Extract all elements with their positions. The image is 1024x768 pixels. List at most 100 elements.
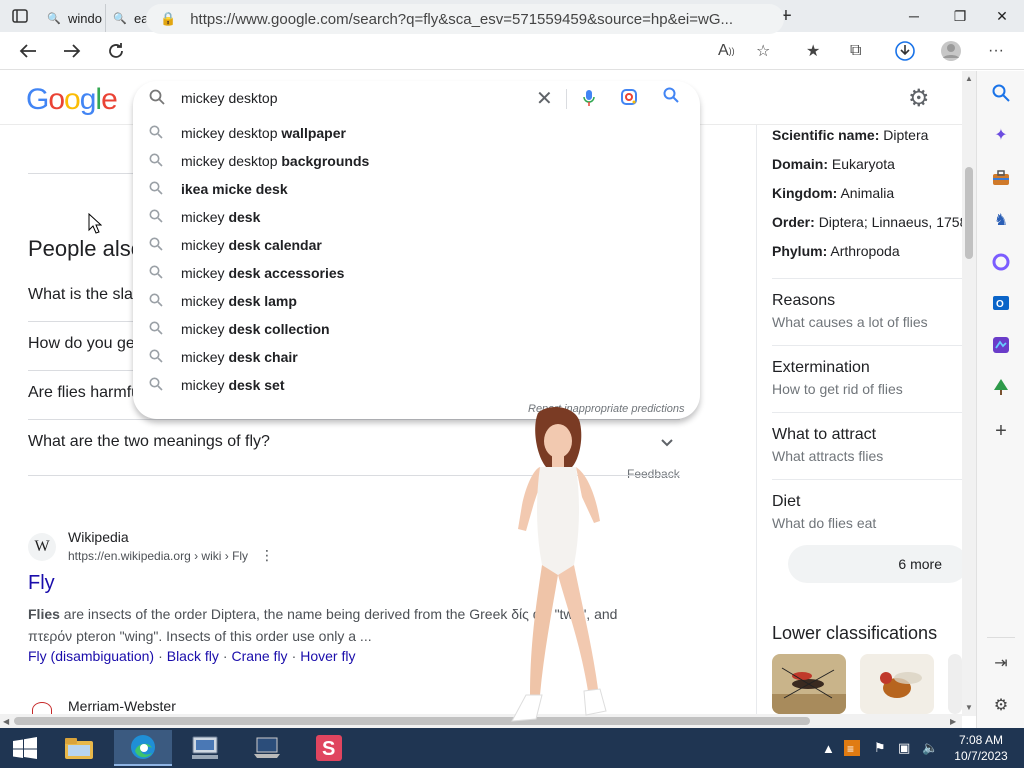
sublink[interactable]: Crane fly <box>232 648 288 664</box>
suggestion-item[interactable]: mickey desktop backgrounds <box>133 147 700 175</box>
suggestion-item[interactable]: mickey desk lamp <box>133 287 700 315</box>
scroll-right-icon[interactable]: ▶ <box>950 717 956 726</box>
search-icon[interactable] <box>991 83 1011 103</box>
tray-app-icon[interactable]: ≡ <box>844 728 860 768</box>
tree-icon[interactable] <box>991 377 1011 397</box>
fact-line: Scientific name: Diptera <box>772 127 962 143</box>
laptop-app-taskbar[interactable] <box>238 730 296 766</box>
fact-value[interactable]: Eukaryota <box>832 156 895 172</box>
lock-icon[interactable]: 🔒 <box>160 11 176 27</box>
suggestion-item[interactable]: ikea micke desk <box>133 175 700 203</box>
google-logo[interactable]: Google <box>26 83 118 117</box>
suggestion-item[interactable]: mickey desk collection <box>133 315 700 343</box>
close-window-button[interactable]: ✕ <box>980 0 1024 32</box>
chevron-down-icon[interactable] <box>660 435 674 451</box>
restore-button[interactable]: ❐ <box>938 0 982 32</box>
topic-subtitle[interactable]: How to get rid of flies <box>772 381 903 397</box>
address-bar[interactable]: 🔒 https://www.google.com/search?q=fly&sc… <box>146 4 784 34</box>
back-button[interactable] <box>8 32 48 70</box>
shopping-icon[interactable] <box>991 168 1011 188</box>
file-explorer-taskbar[interactable] <box>50 730 108 766</box>
suggestion-item[interactable]: mickey desk chair <box>133 343 700 371</box>
horizontal-scrollbar[interactable]: ◀ ▶ <box>0 714 962 728</box>
suggestion-item[interactable]: mickey desk set <box>133 371 700 399</box>
search-submit-icon[interactable] <box>663 87 679 108</box>
volume-icon[interactable]: 🔈 <box>922 728 938 768</box>
vertical-scroll-thumb[interactable] <box>965 167 973 259</box>
add-sidebar-app-icon[interactable]: + <box>991 420 1011 442</box>
settings-more-icon[interactable]: ··· <box>988 32 1004 70</box>
outlook-icon[interactable]: O <box>991 293 1011 313</box>
edge-taskbar[interactable] <box>114 730 172 766</box>
more-options-icon[interactable]: ⋮ <box>260 547 274 564</box>
microsoft-365-icon[interactable] <box>991 252 1011 272</box>
show-hidden-icons[interactable]: ▲ <box>822 728 835 768</box>
fact-value[interactable]: Diptera; Linnaeus, 1758 <box>819 214 962 230</box>
sublink[interactable]: Fly (disambiguation) <box>28 648 154 664</box>
mosquito-thumbnail[interactable] <box>772 654 846 714</box>
suggestion-item[interactable]: mickey desk <box>133 203 700 231</box>
suggestion-item[interactable]: mickey desk calendar <box>133 231 700 259</box>
games-icon[interactable]: ♞ <box>991 210 1011 230</box>
horizontal-scroll-thumb[interactable] <box>14 717 810 725</box>
fact-value[interactable]: Arthropoda <box>830 243 899 259</box>
result-site-name[interactable]: Wikipedia <box>68 529 129 545</box>
downloads-icon[interactable] <box>894 32 916 70</box>
minimize-button[interactable]: ─ <box>892 0 936 32</box>
desktop-character-overlay[interactable] <box>496 405 616 727</box>
google-lens-icon[interactable] <box>620 88 638 111</box>
gear-icon[interactable]: ⚙ <box>908 84 930 113</box>
result-title-link[interactable]: Fly <box>28 572 55 595</box>
topic-title[interactable]: What to attract <box>772 426 876 444</box>
microphone-icon[interactable] <box>582 89 596 112</box>
read-aloud-icon[interactable]: A)) <box>718 32 735 70</box>
topic-subtitle[interactable]: What causes a lot of flies <box>772 314 928 330</box>
sublink[interactable]: Hover fly <box>300 648 355 664</box>
profile-avatar[interactable] <box>940 32 962 70</box>
scroll-up-icon[interactable]: ▲ <box>965 74 973 83</box>
network-icon[interactable]: ▣ <box>898 728 910 768</box>
suggestion-item[interactable]: mickey desktop wallpaper <box>133 119 700 147</box>
fact-value[interactable]: Animalia <box>840 185 894 201</box>
drop-icon[interactable] <box>991 335 1011 355</box>
start-button[interactable] <box>2 730 48 766</box>
taskbar-clock[interactable]: 7:08 AM 10/7/2023 <box>950 732 1012 764</box>
hide-sidebar-icon[interactable]: ⇥ <box>991 653 1011 673</box>
topic-title[interactable]: Extermination <box>772 359 870 377</box>
fruit-fly-thumbnail[interactable] <box>860 654 934 714</box>
topic-subtitle[interactable]: What do flies eat <box>772 515 876 531</box>
remote-desktop-taskbar[interactable] <box>176 730 234 766</box>
collections-icon[interactable]: ⧉ <box>850 32 861 70</box>
search-query-text[interactable]: mickey desktop <box>181 90 277 106</box>
suggestion-bold: desk calendar <box>228 237 322 253</box>
topic-title[interactable]: Reasons <box>772 292 835 310</box>
fact-value[interactable]: Diptera <box>883 127 928 143</box>
feedback-link[interactable]: Feedback <box>627 467 680 481</box>
result-url[interactable]: https://en.wikipedia.org › wiki › Fly <box>68 549 248 563</box>
flag-icon[interactable]: ⚑ <box>874 728 886 768</box>
refresh-button[interactable] <box>96 32 136 70</box>
s-app-taskbar[interactable]: S <box>300 730 358 766</box>
favorites-icon[interactable]: ★ <box>806 32 820 70</box>
paa-question[interactable]: What are the two meanings of fly? <box>28 433 270 451</box>
more-topics-button[interactable]: 6 more <box>788 545 968 583</box>
sidebar-settings-icon[interactable]: ⚙ <box>991 695 1011 715</box>
clear-search-icon[interactable]: ✕ <box>536 86 553 111</box>
forward-button[interactable] <box>52 32 92 70</box>
sublink[interactable]: Black fly <box>167 648 219 664</box>
tab-actions-menu[interactable] <box>0 0 40 32</box>
suggestion-plain: mickey <box>181 321 229 337</box>
topic-title[interactable]: Diet <box>772 493 800 511</box>
tab-0[interactable]: 🔍 windo <box>40 4 106 32</box>
scroll-down-icon[interactable]: ▼ <box>965 703 973 712</box>
more-thumbnail[interactable] <box>948 654 962 714</box>
vertical-scrollbar[interactable]: ▲ ▼ <box>962 71 976 716</box>
scroll-left-icon[interactable]: ◀ <box>3 717 9 726</box>
search-input[interactable]: mickey desktop ✕ <box>133 81 700 115</box>
topic-subtitle[interactable]: What attracts flies <box>772 448 883 464</box>
favorite-star-icon[interactable]: ☆ <box>756 32 770 70</box>
result-site-name[interactable]: Merriam-Webster <box>68 698 176 714</box>
copilot-sparkle-icon[interactable]: ✦ <box>991 125 1011 145</box>
divider <box>772 479 962 480</box>
suggestion-item[interactable]: mickey desk accessories <box>133 259 700 287</box>
